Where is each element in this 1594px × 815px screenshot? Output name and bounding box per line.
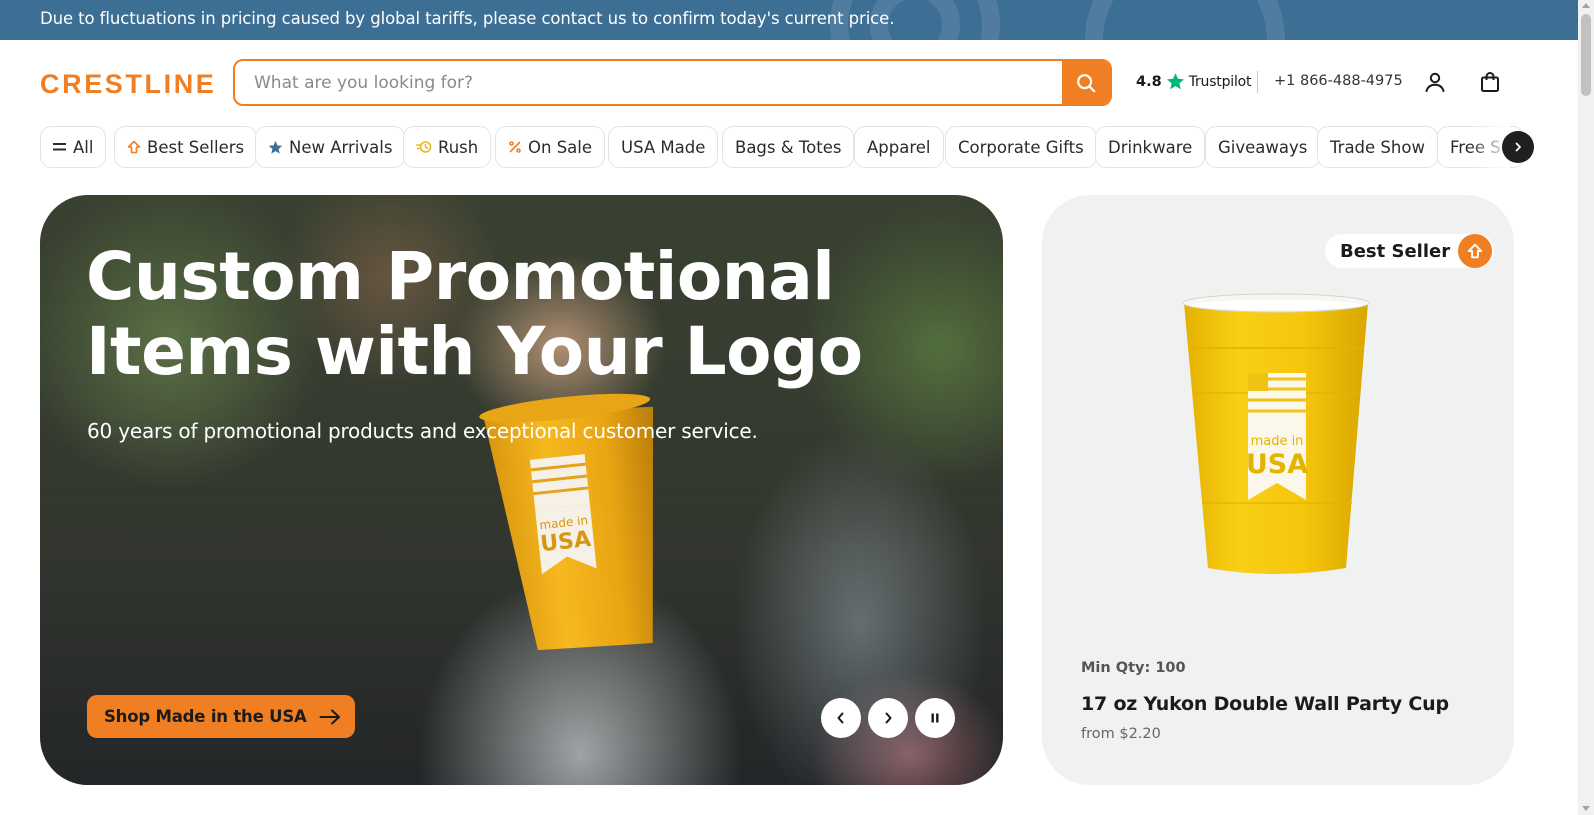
shop-made-in-usa-button[interactable]: Shop Made in the USA xyxy=(87,695,355,738)
category-chip-corporate-gifts[interactable]: Corporate Gifts xyxy=(945,126,1097,168)
scroll-up-arrow[interactable] xyxy=(1582,3,1590,8)
category-chip-trade-show[interactable]: Trade Show xyxy=(1317,126,1438,168)
category-label: Apparel xyxy=(867,137,931,157)
fast-clock-icon xyxy=(416,140,432,154)
category-chip-on-sale[interactable]: On Sale xyxy=(495,126,606,168)
phone-number[interactable]: +1 866-488-4975 xyxy=(1274,73,1403,89)
category-label: Trade Show xyxy=(1330,137,1425,157)
pause-icon xyxy=(931,713,939,723)
announcement-text: Due to fluctuations in pricing caused by… xyxy=(40,9,895,28)
star-icon xyxy=(268,140,283,155)
category-chip-apparel[interactable]: Apparel xyxy=(854,126,944,168)
page-scrollbar[interactable] xyxy=(1578,0,1594,815)
hero-subtitle: 60 years of promotional products and exc… xyxy=(87,419,758,443)
category-label: Best Sellers xyxy=(147,137,245,157)
announcement-bar: Due to fluctuations in pricing caused by… xyxy=(0,0,1578,40)
percent-icon xyxy=(508,140,522,154)
product-cup-text-2: USA xyxy=(1246,449,1308,480)
arrow-up-house-icon xyxy=(127,140,141,154)
category-label: Corporate Gifts xyxy=(958,137,1084,157)
category-chip-drinkware[interactable]: Drinkware xyxy=(1095,126,1206,168)
hero-banner: made in USA Custom Promotional Items wit… xyxy=(40,195,1003,785)
best-seller-badge: Best Seller xyxy=(1325,234,1495,268)
category-chip-bags-totes[interactable]: Bags & Totes xyxy=(722,126,855,168)
category-chip-giveaways[interactable]: Giveaways xyxy=(1205,126,1321,168)
trustpilot-label: Trustpilot xyxy=(1188,73,1252,90)
site-logo[interactable]: CRESTLINE xyxy=(40,69,216,100)
hero-cup-text-2: USA xyxy=(539,527,592,557)
decorative-ring xyxy=(1085,0,1285,40)
category-chip-rush[interactable]: Rush xyxy=(403,126,492,168)
carousel-pause-button[interactable] xyxy=(915,698,955,738)
cart-bag-icon[interactable] xyxy=(1478,70,1502,94)
product-name[interactable]: 17 oz Yukon Double Wall Party Cup xyxy=(1081,693,1449,715)
search-icon xyxy=(1077,73,1096,92)
carousel-next-button[interactable] xyxy=(868,698,908,738)
trustpilot-rating[interactable]: 4.8 Trustpilot xyxy=(1136,72,1252,91)
category-next-button[interactable] xyxy=(1502,131,1534,163)
badge-label: Best Seller xyxy=(1340,240,1451,262)
chevron-right-icon xyxy=(1515,142,1521,152)
hero-title: Custom Promotional Items with Your Logo xyxy=(86,238,863,390)
carousel-prev-button[interactable] xyxy=(821,698,861,738)
cta-label: Shop Made in the USA xyxy=(104,707,307,726)
category-chip-best-sellers[interactable]: Best Sellers xyxy=(114,126,258,168)
chevron-right-icon xyxy=(885,712,892,724)
category-chip-all[interactable]: All xyxy=(40,126,107,168)
menu-icon xyxy=(53,141,67,153)
product-image: made in USA xyxy=(1182,293,1370,574)
featured-product-card[interactable]: Best Seller made in USA Min Qty: 100 17 … xyxy=(1042,195,1514,785)
category-label: On Sale xyxy=(528,137,593,157)
arrow-right-icon xyxy=(319,709,340,724)
category-label: USA Made xyxy=(621,137,706,157)
product-min-qty: Min Qty: 100 xyxy=(1081,660,1186,676)
rating-score: 4.8 xyxy=(1136,73,1162,90)
account-icon[interactable] xyxy=(1423,70,1447,94)
star-icon xyxy=(1166,73,1184,90)
arrow-up-house-icon xyxy=(1458,234,1493,268)
category-label: Giveaways xyxy=(1218,137,1308,157)
search-input[interactable] xyxy=(235,61,1065,104)
category-label: Rush xyxy=(438,137,479,157)
category-nav: All Best Sellers New Arrivals Rush On Sa… xyxy=(40,126,1536,168)
product-price: from $2.20 xyxy=(1081,726,1161,742)
chevron-left-icon xyxy=(837,712,844,724)
category-chip-usa-made[interactable]: USA Made xyxy=(608,126,719,168)
category-label: Bags & Totes xyxy=(735,137,842,157)
scrollbar-thumb[interactable] xyxy=(1581,14,1591,96)
header-divider xyxy=(1257,71,1258,93)
category-chip-new-arrivals[interactable]: New Arrivals xyxy=(255,126,406,168)
search-button[interactable] xyxy=(1062,61,1110,104)
category-label: All xyxy=(73,137,94,157)
category-label: Drinkware xyxy=(1108,137,1193,157)
search-bar xyxy=(233,59,1112,106)
category-label: New Arrivals xyxy=(289,137,393,157)
scroll-down-arrow[interactable] xyxy=(1582,806,1590,811)
product-cup-text-1: made in xyxy=(1251,434,1304,449)
